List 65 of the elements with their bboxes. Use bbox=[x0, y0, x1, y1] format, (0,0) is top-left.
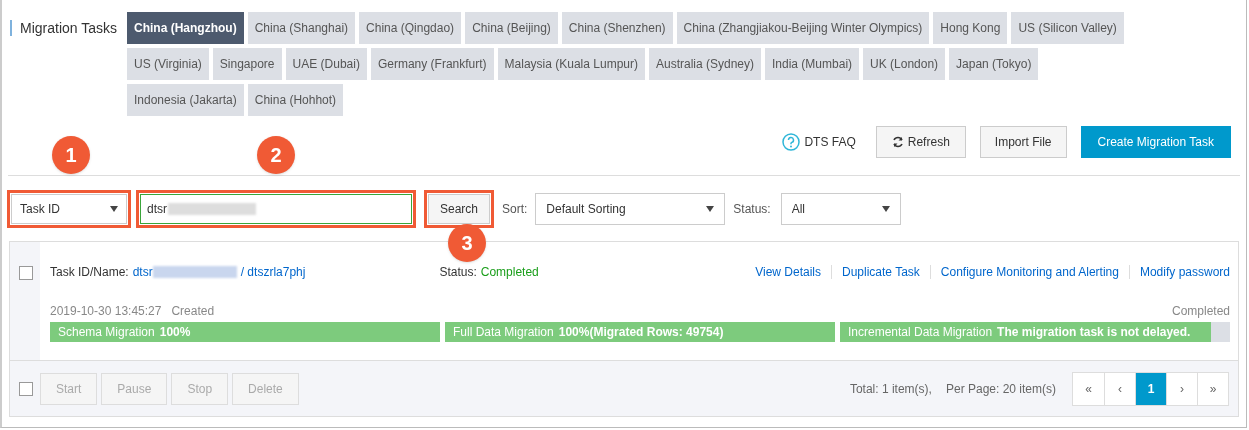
faq-link[interactable]: DTS FAQ bbox=[804, 133, 856, 151]
page-button[interactable]: » bbox=[1197, 372, 1228, 405]
status-label: Status: bbox=[439, 264, 477, 281]
page-title: Migration Tasks bbox=[10, 20, 117, 36]
field-select[interactable]: Task ID bbox=[11, 194, 127, 224]
sort-select[interactable]: Default Sorting bbox=[535, 193, 726, 225]
caret-icon bbox=[110, 206, 118, 212]
region-tab[interactable]: UK (London) bbox=[863, 48, 946, 80]
sort-label: Sort: bbox=[502, 201, 528, 218]
task-state: Completed bbox=[1171, 303, 1230, 320]
region-tab[interactable]: China (Hangzhou) bbox=[127, 12, 244, 44]
region-tab[interactable]: China (Qingdao) bbox=[359, 12, 462, 44]
region-tab[interactable]: Indonesia (Jakarta) bbox=[127, 84, 244, 116]
region-tab[interactable]: Singapore bbox=[212, 48, 282, 80]
region-tab[interactable]: China (Zhangjiakou-Beijing Winter Olympics) bbox=[676, 12, 930, 44]
checkbox[interactable] bbox=[19, 266, 33, 280]
stage-name: Full Data Migration bbox=[453, 324, 554, 341]
help-icon bbox=[782, 133, 801, 151]
region-tab[interactable]: Japan (Tokyo) bbox=[949, 48, 1039, 80]
search-button[interactable]: Search bbox=[428, 194, 490, 224]
task-id-link[interactable]: dtsr bbox=[132, 263, 153, 281]
region-tab[interactable]: Australia (Sydney) bbox=[648, 48, 761, 80]
caret-icon bbox=[881, 206, 890, 212]
search-field[interactable]: dtsr bbox=[140, 194, 412, 224]
task-status: Completed bbox=[480, 264, 539, 281]
page-size: Per Page: 20 item(s) bbox=[945, 380, 1056, 398]
action-link[interactable]: View Details bbox=[755, 263, 821, 281]
page-button[interactable]: 1 bbox=[1135, 372, 1166, 405]
caret-icon bbox=[706, 206, 715, 212]
region-tab[interactable]: China (Hohhot) bbox=[247, 84, 344, 116]
task-name-link[interactable]: / dtszrla7phj bbox=[240, 263, 306, 281]
region-tab[interactable]: India (Mumbai) bbox=[765, 48, 860, 80]
page-button[interactable]: ‹ bbox=[1104, 372, 1135, 405]
stage-name: Schema Migration bbox=[58, 324, 155, 341]
checkbox[interactable] bbox=[19, 381, 33, 396]
stage-name: Incremental Data Migration bbox=[848, 324, 993, 341]
action-link[interactable]: Duplicate Task bbox=[842, 263, 920, 281]
status-select[interactable]: All bbox=[780, 193, 901, 225]
region-tab[interactable]: US (Virginia) bbox=[127, 48, 209, 80]
action-link[interactable]: Configure Monitoring and Alerting bbox=[940, 263, 1119, 281]
refresh-button[interactable]: Refresh bbox=[875, 126, 966, 158]
region-tab[interactable]: UAE (Dubai) bbox=[285, 48, 367, 80]
action-link[interactable]: Modify password bbox=[1139, 263, 1230, 281]
total-count: Total: 1 item(s), bbox=[849, 380, 932, 398]
callout-number: 1 bbox=[52, 136, 90, 174]
refresh-icon bbox=[891, 136, 904, 148]
stage-detail: The migration task is not delayed. bbox=[997, 324, 1191, 341]
create-task-button[interactable]: Create Migration Task bbox=[1080, 126, 1231, 158]
stage-detail: 100%(Migrated Rows: 49754) bbox=[558, 324, 724, 341]
region-tab[interactable]: China (Shenzhen) bbox=[561, 12, 673, 44]
page-button[interactable]: › bbox=[1166, 372, 1197, 405]
status-label: Status: bbox=[733, 201, 771, 218]
stage-detail: 100% bbox=[159, 324, 191, 341]
created-time: 2019-10-30 13:45:27 Created bbox=[50, 303, 215, 320]
callout-number: 3 bbox=[448, 224, 486, 262]
region-tab[interactable]: China (Shanghai) bbox=[247, 12, 356, 44]
region-tab[interactable]: US (Silicon Valley) bbox=[1011, 12, 1124, 44]
task-id-label: Task ID/Name: bbox=[50, 264, 129, 281]
page-button[interactable]: « bbox=[1073, 372, 1104, 405]
region-tab[interactable]: Hong Kong bbox=[933, 12, 1008, 44]
region-tab[interactable]: Malaysia (Kuala Lumpur) bbox=[497, 48, 645, 80]
import-button[interactable]: Import File bbox=[979, 126, 1067, 158]
region-tab[interactable]: China (Beijing) bbox=[465, 12, 558, 44]
callout-number: 2 bbox=[257, 136, 295, 174]
region-tab[interactable]: Germany (Frankfurt) bbox=[370, 48, 494, 80]
